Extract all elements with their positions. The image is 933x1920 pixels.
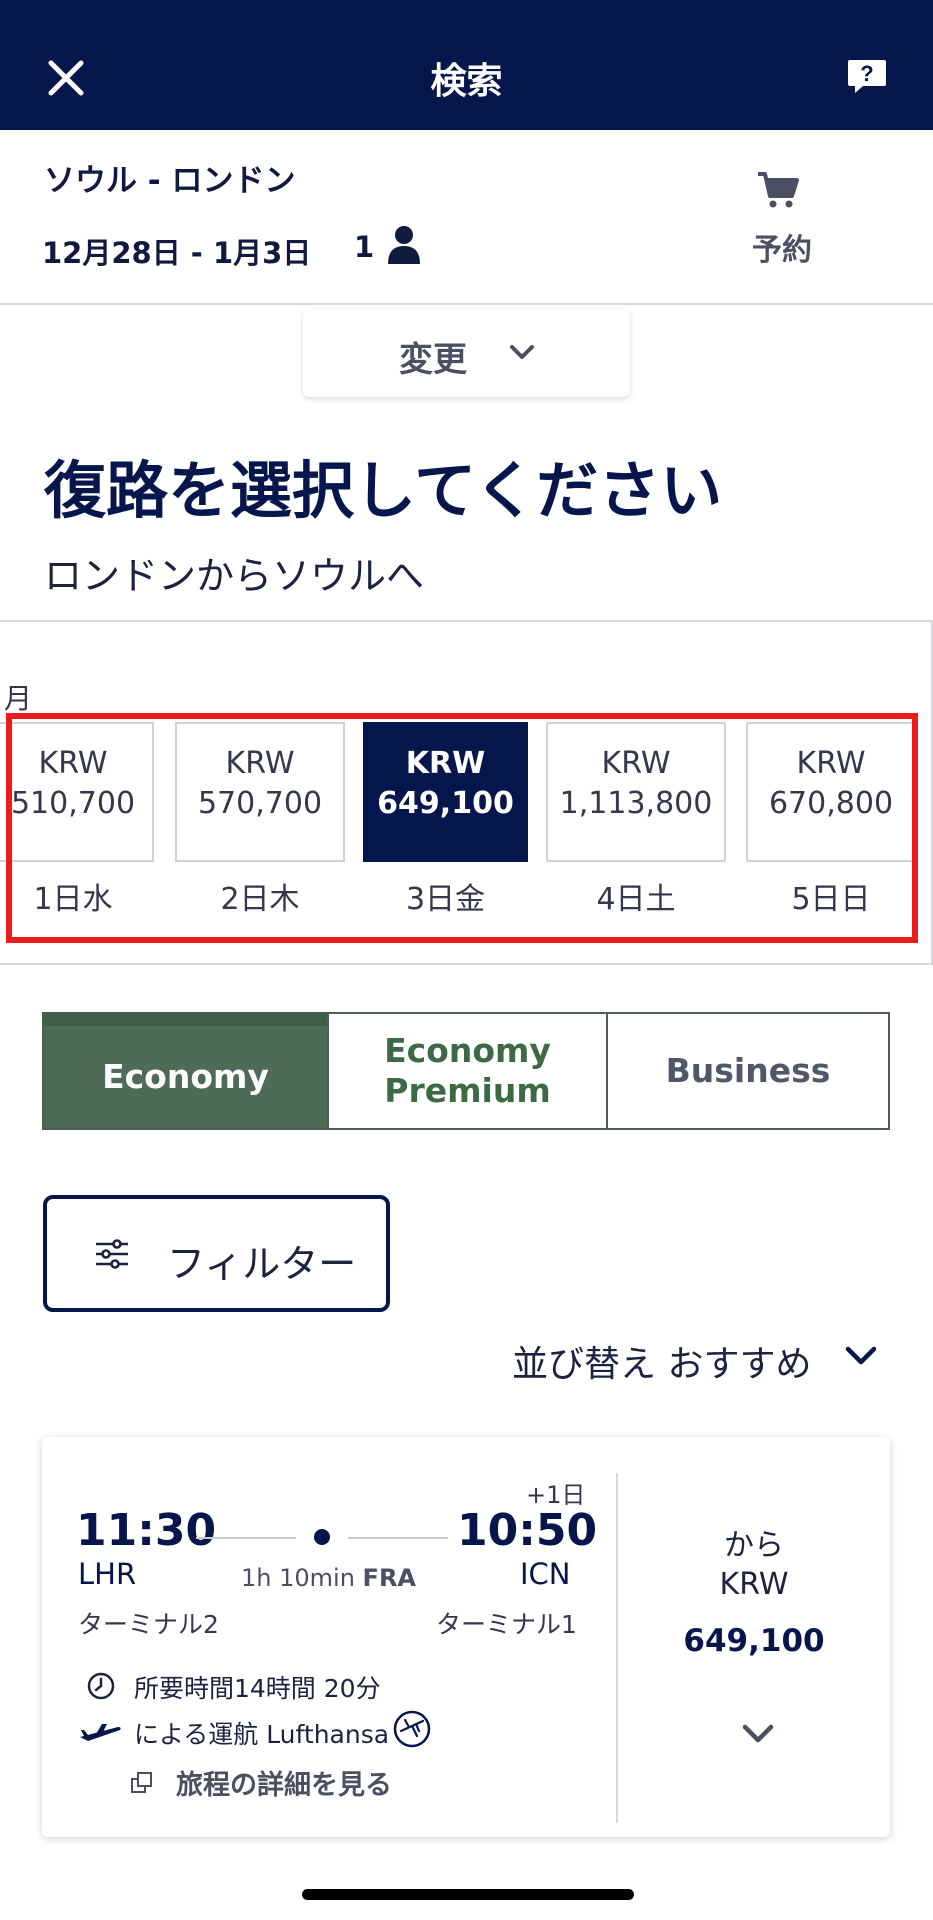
tab-economy[interactable]: Economy <box>42 1012 329 1130</box>
home-indicator <box>302 1889 634 1900</box>
help-chat-icon[interactable]: ? <box>847 58 887 96</box>
person-icon <box>388 226 420 264</box>
arrival-terminal: ターミナル1 <box>436 1610 577 1639</box>
date-price-box: KRW 510,700 <box>0 722 154 862</box>
stopover-info: 1h 10min FRA <box>241 1564 416 1592</box>
flight-result-card[interactable]: +1日 11:30 10:50 LHR 1h 10min FRA ICN ターミ… <box>42 1437 890 1837</box>
date-currency: KRW <box>405 746 486 781</box>
departure-terminal: ターミナル2 <box>78 1610 219 1639</box>
operated-by: による運航 Lufthansa <box>134 1720 390 1749</box>
route-label: ソウル - ロンドン <box>44 163 296 199</box>
page-heading: 復路を選択してください <box>44 454 723 527</box>
date-price: 510,700 <box>10 786 136 821</box>
date-day: 2日木 <box>220 882 300 917</box>
date-option[interactable]: KRW 670,800 5日日 <box>746 722 916 942</box>
date-price: 670,800 <box>768 786 894 821</box>
filter-button-label: フィルター <box>167 1242 357 1286</box>
clock-icon <box>87 1672 115 1700</box>
date-day: 5日日 <box>791 882 871 917</box>
date-price-box: KRW 570,700 <box>175 722 345 862</box>
date-currency: KRW <box>225 746 295 781</box>
chevron-down-icon[interactable] <box>741 1723 775 1745</box>
date-price-strip: 月 KRW 510,700 1日水 KRW 570,700 2日木 KRW 64… <box>0 620 933 965</box>
route-line <box>196 1537 296 1539</box>
stop-duration: 1h 10min <box>241 1564 355 1592</box>
date-price-box: KRW 1,113,800 <box>546 722 726 862</box>
route-line <box>348 1537 448 1539</box>
tab-economy-premium-label: Economy Premium <box>384 1031 551 1110</box>
date-price: 570,700 <box>197 786 323 821</box>
filter-button[interactable]: フィルター <box>43 1195 390 1312</box>
date-currency: KRW <box>38 746 108 781</box>
tab-business[interactable]: Business <box>606 1012 890 1130</box>
arrival-airport: ICN <box>520 1557 571 1591</box>
svg-text:?: ? <box>860 61 873 86</box>
date-price: 649,100 <box>377 786 514 821</box>
date-day: 4日土 <box>596 882 676 917</box>
departure-time: 11:30 <box>76 1505 217 1556</box>
date-currency: KRW <box>796 746 866 781</box>
date-option[interactable]: KRW 570,700 2日木 <box>175 722 345 942</box>
cart-icon[interactable] <box>756 170 800 210</box>
stop-dot <box>314 1529 330 1545</box>
date-option[interactable]: KRW 510,700 1日水 <box>0 722 154 942</box>
arrival-time: 10:50 <box>457 1505 598 1556</box>
tab-economy-premium[interactable]: Economy Premium <box>327 1012 608 1130</box>
lufthansa-logo-icon <box>393 1710 431 1748</box>
month-label: 月 <box>4 682 33 715</box>
travel-dates: 12月28日 - 1月3日 <box>42 236 312 270</box>
sliders-icon <box>96 1239 128 1269</box>
price-prefix: から <box>724 1528 784 1563</box>
page-title: 検索 <box>430 61 503 102</box>
passenger-count: 1 <box>354 230 375 264</box>
departure-airport: LHR <box>78 1557 137 1591</box>
sort-dropdown[interactable]: 並び替え おすすめ <box>512 1335 811 1387</box>
change-search-button[interactable]: 変更 <box>303 310 630 397</box>
chevron-down-icon[interactable] <box>844 1345 878 1367</box>
stop-airport: FRA <box>362 1564 416 1592</box>
date-currency: KRW <box>601 746 671 781</box>
external-link-icon <box>131 1772 152 1793</box>
date-price-box: KRW 670,800 <box>746 722 916 862</box>
page-subheading: ロンドンからソウルへ <box>44 554 425 598</box>
booking-label[interactable]: 予約 <box>752 225 812 269</box>
price-amount: 649,100 <box>683 1623 825 1659</box>
total-duration: 所要時間14時間 20分 <box>134 1674 381 1703</box>
airplane-icon <box>80 1724 121 1741</box>
date-day: 3日金 <box>405 882 486 917</box>
date-option[interactable]: KRW 1,113,800 4日土 <box>546 722 726 942</box>
itinerary-details-link[interactable]: 旅程の詳細を見る <box>176 1763 392 1802</box>
chevron-down-icon <box>510 345 534 359</box>
date-day: 1日水 <box>33 882 113 917</box>
change-button-label: 変更 <box>399 340 467 380</box>
price-currency: KRW <box>719 1567 789 1602</box>
cabin-class-tabs: Economy Economy Premium Business <box>42 1012 890 1130</box>
top-app-bar: 検索 ? <box>0 0 933 130</box>
date-price-box: KRW 649,100 <box>363 722 528 862</box>
date-price: 1,113,800 <box>559 786 713 821</box>
date-option-selected[interactable]: KRW 649,100 3日金 <box>363 722 528 942</box>
trip-summary: ソウル - ロンドン 12月28日 - 1月3日 1 予約 <box>0 130 933 305</box>
